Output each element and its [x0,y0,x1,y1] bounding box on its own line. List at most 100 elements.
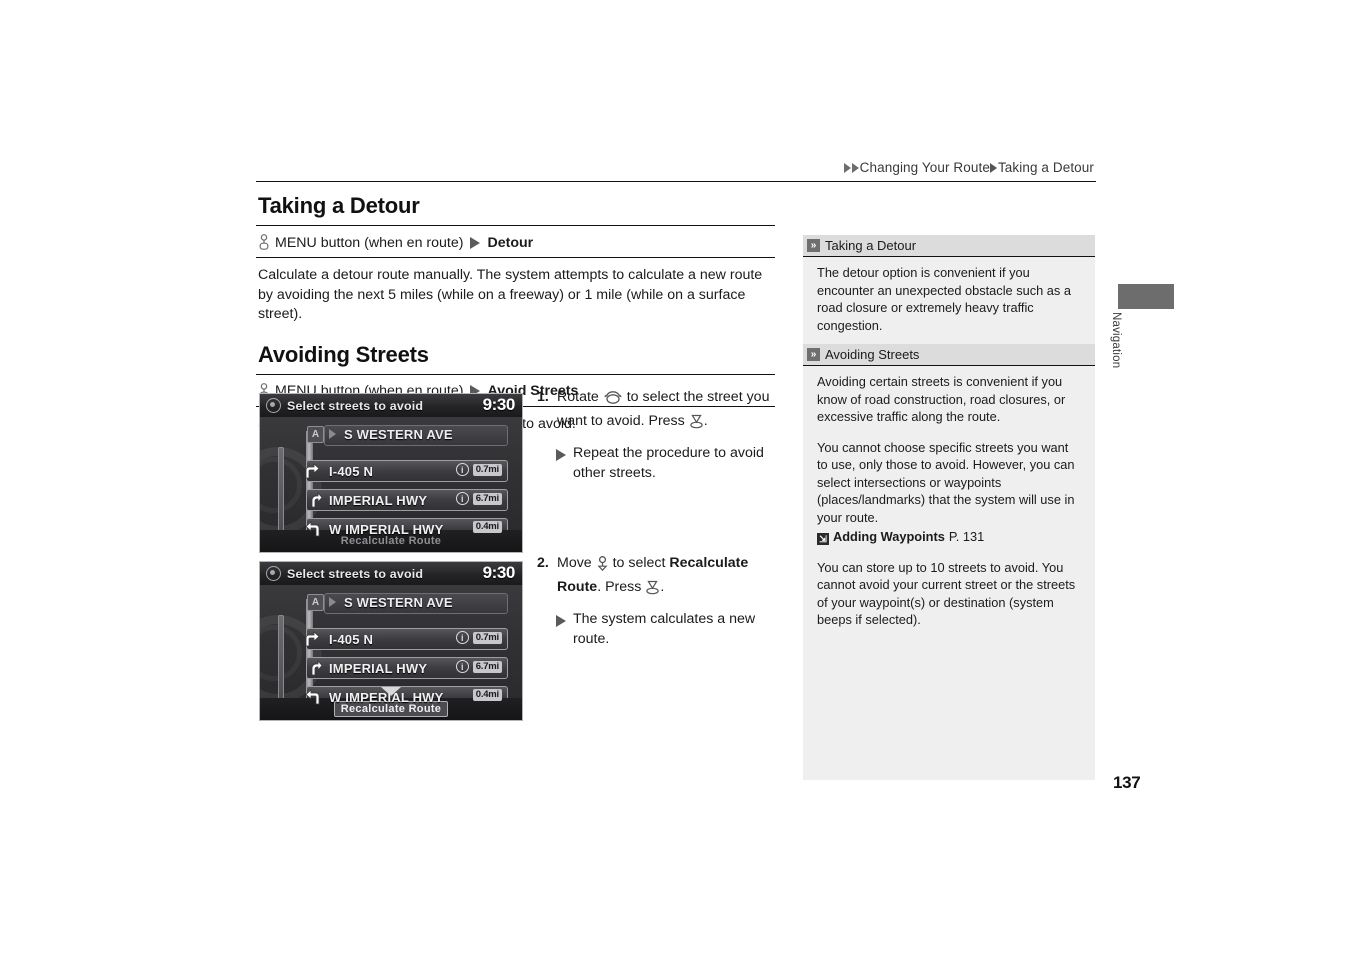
section-tab-block [1118,284,1174,309]
step-text-lead: Rotate [557,389,599,405]
cross-reference-adding-waypoints[interactable]: ⇲ Adding Waypoints P. 131 [817,528,1082,546]
nav-row-header[interactable]: A S WESTERN AVE [296,425,508,446]
turn-left-icon [303,689,322,705]
turn-left-icon [303,521,322,537]
row-meta: i 6.7mi [455,660,502,673]
waypoint-badge-a: A [307,594,324,611]
nav-row-label: I-405 N [329,631,374,647]
info-icon: i [455,660,469,673]
note-paragraph: You cannot choose specific streets you w… [817,439,1075,525]
page-title: Taking a Detour [258,193,420,218]
breadcrumb-part-2: Taking a Detour [997,160,1094,175]
breadcrumb-arrow-icon [843,163,851,173]
turn-slight-left-icon [303,659,323,676]
side-notes-panel: » Taking a Detour The detour option is c… [803,235,1095,780]
command-divider [256,257,775,258]
turn-right-icon [303,631,322,647]
step-text-final: . [660,578,665,595]
note-heading: Taking a Detour [825,238,917,253]
xref-page: P. 131 [948,529,985,544]
xref-label: Adding Waypoints [833,529,945,544]
nav-screen-select-streets-1: Select streets to avoid 9:30 A S WESTERN… [259,393,523,553]
nav-row-imperial-hwy[interactable]: IMPERIAL HWY i 6.7mi [296,657,508,679]
step-list-1: 1. Rotate to select the street you want t… [537,388,782,483]
row-meta: 0.4mi [472,521,502,533]
row-meta: i 6.7mi [455,492,502,505]
command-arrow-icon [470,236,481,249]
header-divider [256,181,1096,182]
nav-title-bar: Select streets to avoid 9:30 [260,394,522,417]
step-list-2: 2. Move to select Recalculate Route. Pres… [537,554,782,649]
xref-arrow-icon: ⇲ [817,533,829,545]
step-text-lead: Move [557,555,592,571]
distance-badge: 0.4mi [472,521,502,533]
chevron-double-right-icon: » [807,239,820,252]
command-path-detour: MENU button (when en route) Detour [256,233,776,255]
press-enter-icon [689,414,704,436]
nav-row-i405n[interactable]: I-405 N i 0.7mi [296,628,508,650]
nav-row-label: IMPERIAL HWY [329,660,428,676]
note-paragraph: You can store up to 10 streets to avoid.… [817,559,1076,628]
compass-icon [266,398,281,413]
step-text-end: . [703,412,708,429]
distance-badge: 6.7mi [472,492,502,505]
nav-title-text: Select streets to avoid [287,398,424,413]
distance-badge: 0.4mi [472,689,502,701]
row-meta: i 0.7mi [455,463,502,476]
section-divider [256,373,775,375]
bullet-arrow-icon [556,449,566,461]
nav-row-label: S WESTERN AVE [344,595,453,610]
note-header-avoiding-streets: » Avoiding Streets [803,344,1095,365]
flag-icon [329,429,336,439]
step-1-substep: Repeat the procedure to avoid other stre… [537,444,782,483]
menu-button-icon [258,234,270,251]
nav-screen-select-streets-2: Select streets to avoid 9:30 A S WESTERN… [259,561,523,721]
nav-title-text: Select streets to avoid [287,566,424,581]
step-text-tail: to select [612,555,666,571]
nav-row-header[interactable]: A S WESTERN AVE [296,593,508,614]
step-text-end: . Press [597,578,642,595]
breadcrumb-arrow-icon [989,163,997,173]
step-number: 1. [537,389,549,405]
nav-row-imperial-hwy[interactable]: IMPERIAL HWY i 6.7mi [296,489,508,511]
manual-page: Changing Your Route Taking a Detour Takin… [0,0,1350,954]
section-title-avoiding-streets: Avoiding Streets [258,341,429,367]
note-heading: Avoiding Streets [825,347,920,362]
step-number: 2. [537,555,549,571]
rotary-dial-icon [603,390,623,412]
nav-row-label: W IMPERIAL HWY [329,521,444,537]
press-enter-icon [645,580,660,602]
turn-right-icon [303,463,322,479]
distance-badge: 0.7mi [472,631,502,644]
chevron-double-right-icon: » [807,348,820,361]
section-divider [256,225,775,226]
flag-icon [329,597,336,607]
nav-row-i405n[interactable]: I-405 N i 0.7mi [296,460,508,482]
section-tab-text: Navigation [1110,312,1122,369]
step-2: 2. Move to select Recalculate Route. Pres… [537,554,782,601]
page-number: 137 [1113,773,1141,792]
turn-slight-left-icon [303,491,323,508]
info-icon: i [455,492,469,505]
command-target: Detour [487,234,534,251]
breadcrumb-part-1: Changing Your Route [859,160,990,175]
nav-row-label: S WESTERN AVE [344,427,453,442]
distance-badge: 6.7mi [472,660,502,673]
nav-clock: 9:30 [482,395,516,414]
note-body-avoiding-streets: Avoiding certain streets is convenient i… [803,366,1095,639]
row-meta: 0.4mi [472,689,502,701]
breadcrumb-arrow-icon [851,163,859,173]
nav-title-bar: Select streets to avoid 9:30 [260,562,522,585]
recalculate-route-label: Recalculate Route [340,535,442,547]
waypoint-badge-a: A [307,426,324,443]
nav-row-label: I-405 N [329,463,374,479]
step-1: 1. Rotate to select the street you want t… [537,388,782,435]
bullet-arrow-icon [556,615,566,627]
section-tab-label: Navigation [1110,312,1182,392]
row-meta: i 0.7mi [455,631,502,644]
nav-clock: 9:30 [482,563,516,582]
section-body-detour: Calculate a detour route manually. The s… [258,267,763,322]
breadcrumb: Changing Your Route Taking a Detour [843,160,1094,175]
note-body-taking-a-detour: The detour option is convenient if you e… [803,257,1095,344]
info-icon: i [455,631,469,644]
